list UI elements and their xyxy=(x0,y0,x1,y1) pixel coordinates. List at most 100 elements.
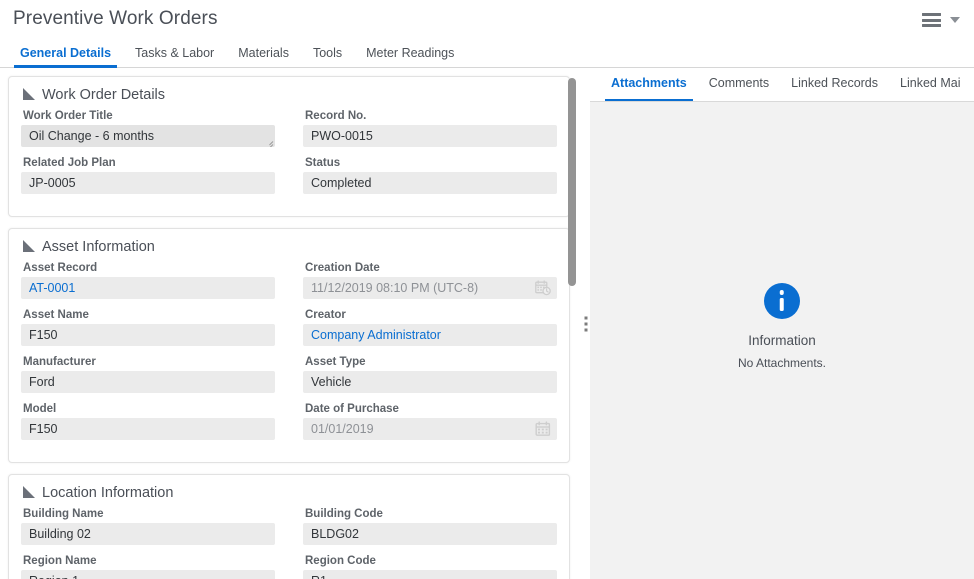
field-label: Manufacturer xyxy=(23,356,96,368)
field-value[interactable]: JP-0005 xyxy=(21,172,275,194)
field-value[interactable]: Building 02 xyxy=(21,523,275,545)
field-value-text: R1 xyxy=(311,574,327,579)
tab-tasks-labor[interactable]: Tasks & Labor xyxy=(123,42,226,68)
calendar-clock-icon[interactable] xyxy=(535,280,551,296)
form-section: Work Order Details Work Order Title Oil Ch… xyxy=(8,76,570,217)
field-value-text: 11/12/2019 08:10 PM (UTC-8) xyxy=(311,281,479,295)
field-label: Region Name xyxy=(23,555,97,567)
field-value-text: Company Administrator xyxy=(311,328,441,342)
app-root: Preventive Work Orders General Details Ta… xyxy=(0,0,974,579)
form-section-title: Location Information xyxy=(42,485,174,501)
hamburger-line xyxy=(922,24,941,27)
splitter-grip-icon xyxy=(584,316,588,331)
chevron-down-icon[interactable] xyxy=(950,17,960,23)
field-value-text: F150 xyxy=(29,422,58,436)
form-section-title: Work Order Details xyxy=(42,87,166,103)
side-tab-linked-mai[interactable]: Linked Mai xyxy=(889,68,971,101)
empty-state-title: Information xyxy=(748,333,816,348)
form-pane: Work Order Details Work Order Title Oil Ch… xyxy=(0,68,582,579)
form-field: Region Name Region 1 xyxy=(21,555,275,579)
side-tabbar: Attachments Comments Linked Records Linked … xyxy=(590,68,974,102)
side-panel-content: Information No Attachments. xyxy=(590,102,974,579)
form-field: Asset Name F150 xyxy=(21,309,275,346)
tab-meter-readings[interactable]: Meter Readings xyxy=(354,42,466,68)
field-label: Asset Record xyxy=(23,262,98,274)
form-field: Work Order Title Oil Change - 6 months xyxy=(21,110,275,147)
tab-materials[interactable]: Materials xyxy=(226,42,301,68)
field-value[interactable]: 01/01/2019 xyxy=(303,418,557,440)
main-tabs-list: General Details Tasks & Labor Materials Too… xyxy=(8,42,974,68)
form-grid: Asset Record AT-0001 Creation Date 11/12/20… xyxy=(21,262,557,450)
information-icon xyxy=(763,283,800,319)
side-tab-comments[interactable]: Comments xyxy=(698,68,780,101)
field-value[interactable]: Company Administrator xyxy=(303,324,557,346)
field-value[interactable]: BLDG02 xyxy=(303,523,557,545)
form-field: Related Job Plan JP-0005 xyxy=(21,157,275,194)
tab-general-details[interactable]: General Details xyxy=(8,42,123,68)
form-scrollbar[interactable] xyxy=(568,76,576,579)
field-value-text: AT-0001 xyxy=(29,281,76,295)
form-field: Building Code BLDG02 xyxy=(303,508,557,545)
field-value[interactable]: Completed xyxy=(303,172,557,194)
collapse-triangle-icon[interactable] xyxy=(23,88,35,100)
form-field: Building Name Building 02 xyxy=(21,508,275,545)
field-value-text: Completed xyxy=(311,176,372,190)
content-body: Work Order Details Work Order Title Oil Ch… xyxy=(0,68,974,579)
form-section: Asset Information Asset Record AT-0001 Crea… xyxy=(8,228,570,463)
field-value-text: Vehicle xyxy=(311,375,352,389)
field-label: Region Code xyxy=(305,555,376,567)
form-field: Record No. PWO-0015 xyxy=(303,110,557,147)
field-label: Date of Purchase xyxy=(305,403,399,415)
field-label: Building Code xyxy=(305,508,383,520)
field-label: Record No. xyxy=(305,110,367,122)
resize-grip-icon[interactable] xyxy=(264,137,274,147)
side-tab-linked-records[interactable]: Linked Records xyxy=(780,68,889,101)
field-label: Creation Date xyxy=(305,262,380,274)
field-value[interactable]: Vehicle xyxy=(303,371,557,393)
form-field: Region Code R1 xyxy=(303,555,557,579)
field-value-text: Oil Change - 6 months xyxy=(29,129,155,143)
form-field: Status Completed xyxy=(303,157,557,194)
empty-state: Information No Attachments. xyxy=(738,283,826,370)
form-section-header[interactable]: Asset Information xyxy=(23,239,557,255)
collapse-triangle-icon[interactable] xyxy=(23,240,35,252)
field-value[interactable]: AT-0001 xyxy=(21,277,275,299)
field-value[interactable]: F150 xyxy=(21,418,275,440)
field-value-text: JP-0005 xyxy=(29,176,76,190)
form-field: Asset Type Vehicle xyxy=(303,356,557,393)
field-label: Creator xyxy=(305,309,346,321)
field-value[interactable]: Region 1 xyxy=(21,570,275,579)
field-value-text: Ford xyxy=(29,375,55,389)
field-value-text: BLDG02 xyxy=(311,527,359,541)
tab-tools[interactable]: Tools xyxy=(301,42,354,68)
form-section-header[interactable]: Location Information xyxy=(23,485,557,501)
form-section-header[interactable]: Work Order Details xyxy=(23,87,557,103)
collapse-triangle-icon[interactable] xyxy=(23,486,35,498)
field-label: Building Name xyxy=(23,508,104,520)
field-value[interactable]: Ford xyxy=(21,371,275,393)
form-section: Location Information Building Name Buildin… xyxy=(8,474,570,579)
side-tab-attachments[interactable]: Attachments xyxy=(600,68,698,101)
field-label: Asset Type xyxy=(305,356,366,368)
field-value-text: F150 xyxy=(29,328,58,342)
form-field: Creator Company Administrator xyxy=(303,309,557,346)
field-value-text: Region 1 xyxy=(29,574,79,579)
field-value[interactable]: Oil Change - 6 months xyxy=(21,125,275,147)
field-value-text: Building 02 xyxy=(29,527,91,541)
field-value[interactable]: F150 xyxy=(21,324,275,346)
field-value-text: PWO-0015 xyxy=(311,129,373,143)
form-section-title: Asset Information xyxy=(42,239,155,255)
form-field: Model F150 xyxy=(21,403,275,440)
field-value[interactable]: PWO-0015 xyxy=(303,125,557,147)
field-value[interactable]: R1 xyxy=(303,570,557,579)
field-label: Related Job Plan xyxy=(23,157,116,169)
main-tabbar: General Details Tasks & Labor Materials Too… xyxy=(0,42,974,68)
form-field: Date of Purchase 01/01/2019 xyxy=(303,403,557,440)
pane-splitter[interactable] xyxy=(582,68,590,579)
form-field: Asset Record AT-0001 xyxy=(21,262,275,299)
side-tabs-list: Attachments Comments Linked Records Linked … xyxy=(600,68,971,101)
field-value[interactable]: 11/12/2019 08:10 PM (UTC-8) xyxy=(303,277,557,299)
hamburger-menu-icon[interactable] xyxy=(922,13,941,27)
form-scrollbar-thumb[interactable] xyxy=(568,78,576,286)
calendar-icon[interactable] xyxy=(535,421,551,437)
